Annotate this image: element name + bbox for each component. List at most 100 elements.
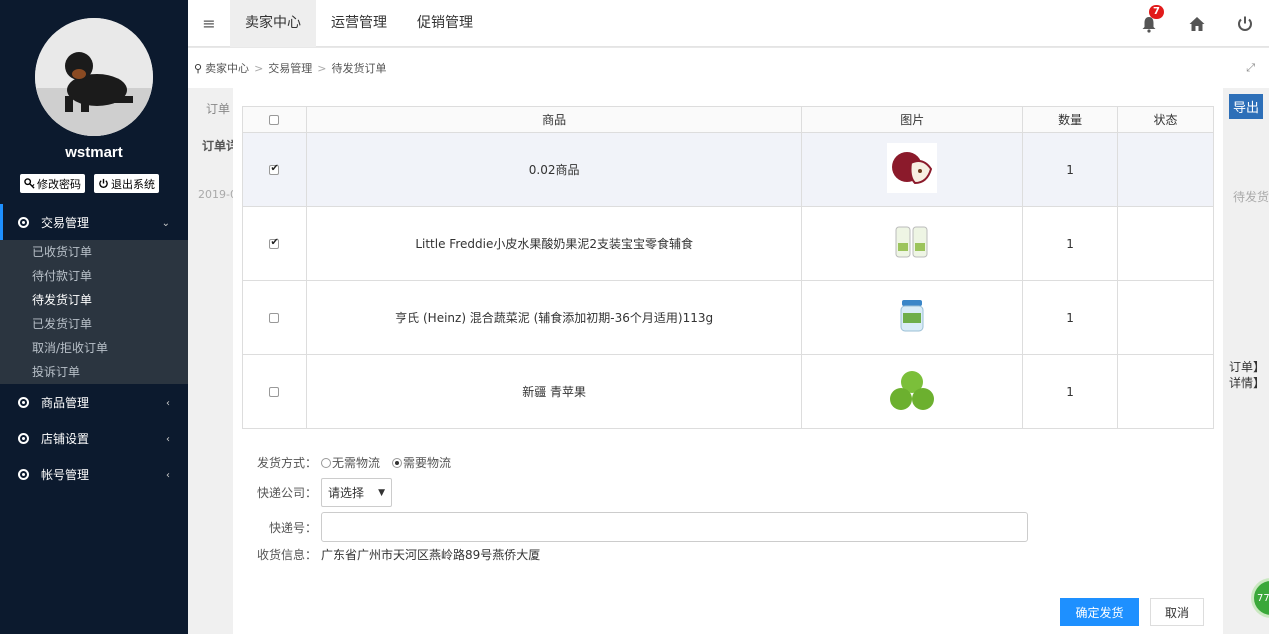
product-name: 亨氏 (Heinz) 混合蔬菜泥 (辅食添加初期-36个月适用)113g: [305, 280, 803, 355]
courier-row: 快递公司： 请选择 ▼: [233, 478, 392, 507]
courier-label: 快递公司：: [256, 486, 317, 500]
nav-item-unpaid-orders[interactable]: 待付款订单: [0, 264, 188, 288]
column-header: 状态: [1117, 106, 1214, 133]
home-icon: [1189, 16, 1205, 31]
notification-button[interactable]: 7: [1125, 4, 1173, 33]
nav-group-label: 商品管理: [41, 395, 90, 410]
power-icon: [1238, 16, 1252, 31]
table-row: 0.02商品 1: [242, 132, 1214, 207]
need-logistics-label[interactable]: 需要物流: [403, 454, 451, 471]
courier-select-value: 请选择: [328, 486, 365, 500]
product-quantity: 1: [1022, 280, 1119, 355]
product-image: [887, 365, 938, 415]
nav-item-cancelled-orders[interactable]: 取消/拒收订单: [0, 336, 188, 360]
power-icon: [99, 178, 108, 188]
select-all-checkbox[interactable]: [269, 115, 280, 125]
breadcrumb-item[interactable]: 交易管理: [268, 60, 312, 76]
circle-icon: [18, 216, 29, 228]
column-header: 数量: [1022, 106, 1119, 133]
tab-operations[interactable]: 运营管理: [316, 0, 402, 47]
sidebar: wstmart 修改密码 退出系统 交易管理 ⌄ 已收货订单 待付款订单 待发货…: [0, 0, 188, 634]
product-quantity: 1: [1022, 206, 1119, 281]
row-checkbox[interactable]: [269, 313, 280, 323]
table-row: 新疆 青苹果 1: [242, 354, 1214, 429]
avatar[interactable]: [35, 18, 153, 136]
notification-badge: 7: [1149, 4, 1164, 19]
nav-item-shipped-orders[interactable]: 已发货订单: [0, 312, 188, 336]
nav-submenu-trade: 已收货订单 待付款订单 待发货订单 已发货订单 取消/拒收订单 投诉订单: [0, 240, 188, 384]
nav-group-products[interactable]: 商品管理 ‹: [0, 384, 188, 420]
bg-text: 详情】: [1228, 376, 1265, 390]
product-status: [1117, 132, 1214, 207]
breadcrumb-separator: >: [254, 61, 264, 75]
product-quantity: 1: [1022, 354, 1119, 429]
nav-item-received-orders[interactable]: 已收货订单: [0, 240, 188, 264]
select-all-cell: [242, 106, 307, 133]
no-logistics-label[interactable]: 无需物流: [332, 454, 380, 471]
tracking-number-input[interactable]: [321, 512, 1028, 542]
chevron-left-icon: ‹: [166, 434, 170, 445]
nav-group-label: 交易管理: [41, 215, 90, 230]
export-button[interactable]: 导出: [1228, 94, 1263, 119]
table-header-row: 商品 图片 数量 状态: [242, 106, 1214, 133]
nav-item-complaint-orders[interactable]: 投诉订单: [0, 360, 188, 384]
bg-text: 待发货: [1232, 190, 1269, 204]
change-password-button[interactable]: 修改密码: [20, 174, 85, 193]
breadcrumb-separator: >: [317, 61, 327, 75]
courier-select[interactable]: 请选择 ▼: [321, 478, 392, 507]
product-image: [887, 291, 938, 341]
circle-icon: [18, 432, 29, 444]
breadcrumb: ⚲ 卖家中心 > 交易管理 > 待发货订单 ⤢: [188, 48, 1269, 88]
address-value: 广东省广州市天河区燕岭路89号燕侨大厦: [321, 548, 541, 562]
nav-group-label: 店铺设置: [41, 431, 90, 446]
product-status: [1117, 280, 1214, 355]
tab-promotions[interactable]: 促销管理: [402, 0, 488, 47]
product-image: [887, 217, 938, 267]
delivery-method-row: 发货方式： 无需物流 需要物流: [233, 454, 451, 471]
chevron-left-icon: ‹: [166, 470, 170, 481]
caret-down-icon: ▼: [378, 487, 385, 498]
key-icon: [24, 178, 35, 189]
need-logistics-radio[interactable]: [392, 457, 403, 468]
table-row: Little Freddie小皮水果酸奶果泥2支装宝宝零食辅食 1: [242, 206, 1214, 281]
nav-group-shop-settings[interactable]: 店铺设置 ‹: [0, 420, 188, 456]
row-checkbox[interactable]: [269, 163, 280, 175]
nav-group-accounts[interactable]: 帐号管理 ‹: [0, 456, 188, 492]
row-checkbox[interactable]: [269, 387, 280, 397]
menu-toggle-icon[interactable]: ≡: [188, 14, 230, 33]
product-name: 新疆 青苹果: [305, 354, 803, 429]
sidebar-nav: 交易管理 ⌄ 已收货订单 待付款订单 待发货订单 已发货订单 取消/拒收订单 投…: [0, 204, 188, 492]
tracking-row: 快递号：: [233, 512, 1028, 542]
row-checkbox[interactable]: [269, 237, 280, 249]
circle-icon: [18, 396, 29, 408]
nav-group-label: 帐号管理: [41, 467, 90, 482]
nav-item-pending-shipment-orders[interactable]: 待发货订单: [0, 288, 188, 312]
table-row: 亨氏 (Heinz) 混合蔬菜泥 (辅食添加初期-36个月适用)113g 1: [242, 280, 1214, 355]
order-items-table: 商品 图片 数量 状态 0.02商品 1 Little Freddie小皮水果酸…: [242, 106, 1214, 429]
product-quantity: 1: [1022, 132, 1119, 207]
confirm-shipment-button[interactable]: 确定发货: [1060, 598, 1139, 626]
bg-text: 订单: [206, 102, 231, 116]
home-button[interactable]: [1173, 15, 1221, 33]
bg-text: 2019-0: [198, 188, 237, 201]
username: wstmart: [65, 144, 123, 161]
bg-text: 订单】: [1228, 360, 1265, 374]
product-name: 0.02商品: [305, 132, 803, 207]
address-label: 收货信息：: [256, 548, 317, 562]
logout-button[interactable]: 退出系统: [94, 174, 159, 193]
tab-seller-center[interactable]: 卖家中心: [230, 0, 316, 47]
no-logistics-radio[interactable]: [321, 457, 331, 468]
breadcrumb-item[interactable]: 卖家中心: [205, 60, 249, 76]
cancel-button[interactable]: 取消: [1150, 598, 1204, 626]
column-header: 商品: [305, 106, 803, 133]
fullscreen-icon[interactable]: ⤢: [1246, 61, 1255, 75]
product-image: [887, 143, 938, 193]
power-button[interactable]: [1221, 15, 1269, 33]
address-row: 收货信息： 广东省广州市天河区燕岭路89号燕侨大厦: [233, 546, 540, 563]
breadcrumb-item: 待发货订单: [331, 62, 387, 75]
change-password-label: 修改密码: [37, 177, 81, 191]
location-pin-icon: ⚲: [194, 61, 203, 75]
top-bar: ≡ 卖家中心 运营管理 促销管理 7: [188, 0, 1269, 47]
product-status: [1117, 206, 1214, 281]
nav-group-trade[interactable]: 交易管理 ⌄: [0, 204, 188, 240]
